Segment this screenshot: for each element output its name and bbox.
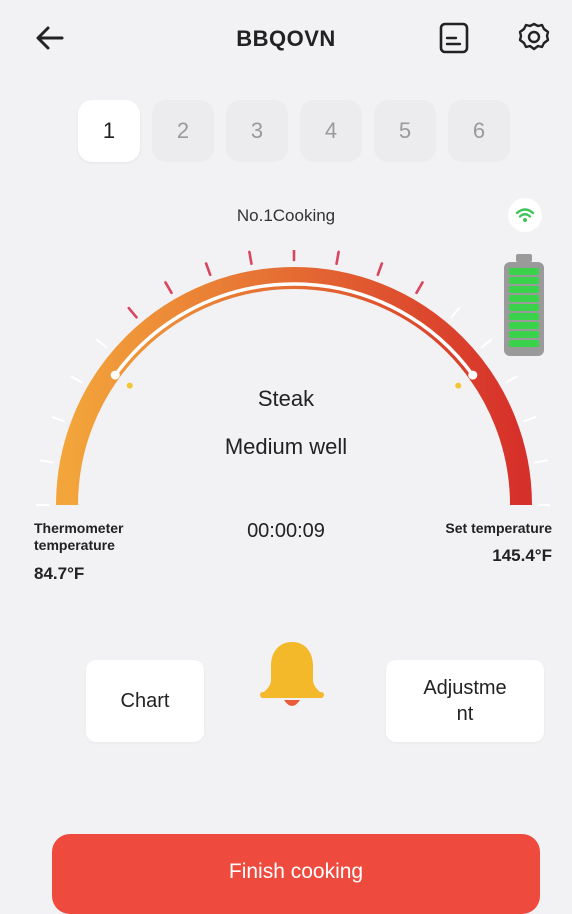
gauge-tick <box>248 250 253 266</box>
app-header: BBQOVN <box>0 0 572 80</box>
food-name: Steak <box>257 386 315 411</box>
thermometer-temperature-value: 84.7°F <box>34 564 85 583</box>
document-icon <box>439 22 469 54</box>
gauge-tick <box>164 281 173 295</box>
target-range-end-dot <box>468 370 478 380</box>
gauge-tick <box>96 338 108 349</box>
gauge-tick <box>127 306 138 319</box>
chart-button[interactable]: Chart <box>86 660 204 742</box>
gauge-tick <box>534 459 549 464</box>
probe-tabs: 1 2 3 4 5 6 <box>78 100 518 164</box>
gauge-tick <box>450 307 461 319</box>
gauge-tick <box>480 338 492 349</box>
probe-status-label: No.1Cooking <box>236 206 336 225</box>
gauge-tick <box>523 416 537 423</box>
gauge-tick <box>204 262 212 277</box>
alarm-button[interactable] <box>250 636 334 720</box>
gauge-tick <box>376 262 384 277</box>
probe-tab-1[interactable]: 1 <box>78 100 140 162</box>
wifi-icon <box>515 208 535 222</box>
gauge-svg <box>36 236 552 506</box>
page-title: BBQOVN <box>236 26 336 51</box>
settings-button[interactable] <box>514 18 554 58</box>
probe-tab-4[interactable]: 4 <box>300 100 362 162</box>
gauge-tick <box>51 416 65 423</box>
doneness-level: Medium well <box>224 434 348 459</box>
probe-tab-6[interactable]: 6 <box>448 100 510 162</box>
set-temperature-label: Set temperature <box>445 520 552 536</box>
gear-icon <box>518 22 550 51</box>
probe-tab-2[interactable]: 2 <box>152 100 214 162</box>
adjustment-button[interactable]: Adjustme nt <box>386 660 544 742</box>
gauge-tick <box>415 281 424 295</box>
probe-tab-5[interactable]: 5 <box>374 100 436 162</box>
gauge-tick <box>505 375 518 384</box>
temperature-gauge <box>30 236 552 520</box>
gauge-tick <box>39 459 54 464</box>
gauge-tick <box>70 375 83 384</box>
gauge-tick <box>335 250 340 266</box>
gauge-target-range <box>113 282 475 377</box>
probe-tab-3[interactable]: 3 <box>226 100 288 162</box>
target-range-start-dot <box>110 370 120 380</box>
bell-icon <box>260 642 324 706</box>
wifi-status <box>508 198 542 232</box>
report-button[interactable] <box>436 18 472 58</box>
finish-cooking-button[interactable]: Finish cooking <box>52 834 540 914</box>
set-temperature-value: 145.4°F <box>492 546 552 565</box>
